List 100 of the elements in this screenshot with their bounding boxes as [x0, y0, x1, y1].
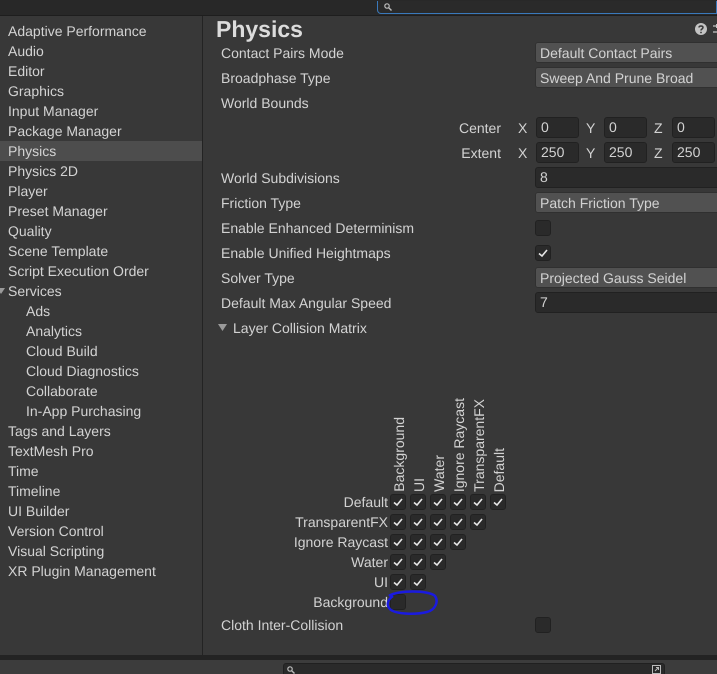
sidebar-item[interactable]: Cloud Build — [0, 341, 202, 361]
search-field[interactable] — [283, 662, 665, 674]
sidebar-item[interactable]: Input Manager — [0, 101, 202, 121]
checkbox[interactable] — [430, 514, 446, 530]
checkbox[interactable] — [390, 574, 406, 590]
sidebar-item[interactable]: Editor — [0, 61, 202, 81]
input-field[interactable]: 0 — [536, 117, 579, 138]
field-label: World Bounds — [221, 94, 310, 110]
axis-label: Z — [654, 120, 664, 136]
sidebar-item[interactable]: Collaborate — [0, 381, 202, 401]
dropdown[interactable]: Projected Gauss Seidel — [535, 267, 717, 288]
checkbox[interactable] — [450, 514, 466, 530]
checkbox[interactable] — [450, 534, 466, 550]
sidebar-item[interactable]: UI Builder — [0, 501, 202, 521]
checkbox[interactable] — [490, 494, 506, 510]
checkbox[interactable] — [390, 514, 406, 530]
field-label: Extent — [460, 144, 502, 160]
sidebar-item[interactable]: In-App Purchasing — [0, 401, 202, 421]
search-field[interactable] — [377, 1, 717, 14]
dropdown[interactable]: Default Contact Pairs — [535, 42, 717, 63]
checkbox[interactable] — [430, 554, 446, 570]
check-icon — [452, 536, 464, 548]
sidebar-item[interactable]: Quality — [0, 221, 202, 241]
axis-label: X — [518, 120, 528, 136]
sidebar-item[interactable]: Scene Template — [0, 241, 202, 261]
check-icon — [392, 516, 404, 528]
sidebar-item[interactable]: Package Manager — [0, 121, 202, 141]
checkbox[interactable] — [470, 514, 486, 530]
sidebar-item[interactable]: Script Execution Order — [0, 261, 202, 281]
sidebar-item[interactable]: Audio — [0, 41, 202, 61]
checkbox[interactable] — [430, 534, 446, 550]
input-field[interactable]: 8 — [535, 167, 717, 188]
foldout-label[interactable]: Layer Collision Matrix — [233, 320, 367, 336]
help-icon[interactable] — [695, 23, 707, 35]
sidebar-item[interactable]: Version Control — [0, 521, 202, 541]
checkbox[interactable] — [410, 514, 426, 530]
sidebar-item[interactable]: Timeline — [0, 481, 202, 501]
checkbox[interactable] — [390, 494, 406, 510]
sidebar-item[interactable]: Preset Manager — [0, 201, 202, 221]
input-field[interactable]: 250 — [536, 142, 579, 163]
checkbox[interactable] — [410, 534, 426, 550]
axis-label: Y — [586, 144, 596, 160]
sidebar-item[interactable]: TextMesh Pro — [0, 441, 202, 461]
sidebar-item[interactable]: Graphics — [0, 81, 202, 101]
checkbox[interactable] — [390, 534, 406, 550]
sidebar-item[interactable]: Physics — [0, 141, 202, 161]
check-icon — [412, 496, 424, 508]
checkbox[interactable] — [450, 494, 466, 510]
checkbox[interactable] — [430, 494, 446, 510]
field-label: Cloth Inter-Collision — [221, 616, 344, 632]
checkbox[interactable] — [410, 494, 426, 510]
check-icon — [432, 536, 444, 548]
field-label: Solver Type — [221, 270, 296, 286]
input-field[interactable]: 250 — [672, 142, 715, 163]
input-field[interactable]: 7 — [535, 292, 717, 313]
field-label: World Subdivisions — [221, 170, 341, 186]
input-field[interactable]: 0 — [604, 117, 647, 138]
column-header: UI — [410, 478, 428, 492]
sidebar-item[interactable]: Ads — [0, 301, 202, 321]
field-label: Center — [458, 120, 502, 136]
column-header: TransparentFX — [470, 399, 488, 492]
sidebar-item[interactable]: Physics 2D — [0, 161, 202, 181]
field-label: Friction Type — [221, 194, 302, 210]
checkbox[interactable] — [535, 244, 551, 260]
sidebar-item[interactable]: Analytics — [0, 321, 202, 341]
expand-arrow-icon[interactable] — [218, 324, 227, 332]
check-icon — [452, 496, 464, 508]
checkbox[interactable] — [390, 554, 406, 570]
dropdown[interactable]: Sweep And Prune Broad — [535, 67, 717, 88]
column-header: Background — [390, 417, 408, 492]
check-icon — [492, 496, 504, 508]
checkbox[interactable] — [410, 554, 426, 570]
input-field[interactable]: 250 — [604, 142, 647, 163]
checkbox[interactable] — [410, 574, 426, 590]
sidebar-item[interactable]: Player — [0, 181, 202, 201]
check-icon — [412, 556, 424, 568]
dropdown[interactable]: Patch Friction Type — [535, 192, 717, 213]
sidebar-item[interactable]: Tags and Layers — [0, 421, 202, 441]
field-label: Broadphase Type — [221, 70, 332, 86]
sidebar-item[interactable]: XR Plugin Management — [0, 561, 202, 581]
expand-icon[interactable] — [652, 665, 661, 674]
row-header: Default — [342, 494, 388, 510]
checkbox[interactable] — [390, 594, 406, 610]
axis-label: Y — [586, 120, 596, 136]
check-icon — [472, 496, 484, 508]
row-header: Water — [350, 554, 388, 570]
sidebar-item[interactable]: Cloud Diagnostics — [0, 361, 202, 381]
checkbox[interactable] — [470, 494, 486, 510]
field-label: Contact Pairs Mode — [221, 44, 345, 60]
column-header: Water — [430, 455, 448, 492]
check-icon — [432, 556, 444, 568]
axis-label: X — [518, 144, 528, 160]
check-icon — [392, 496, 404, 508]
input-field[interactable]: 0 — [672, 117, 715, 138]
sidebar-item[interactable]: Time — [0, 461, 202, 481]
check-icon — [452, 516, 464, 528]
sidebar-item[interactable]: Visual Scripting — [0, 541, 202, 561]
axis-label: Z — [654, 144, 664, 160]
sidebar-item[interactable]: Adaptive Performance — [0, 21, 202, 41]
sidebar-item[interactable]: Services — [0, 281, 202, 301]
